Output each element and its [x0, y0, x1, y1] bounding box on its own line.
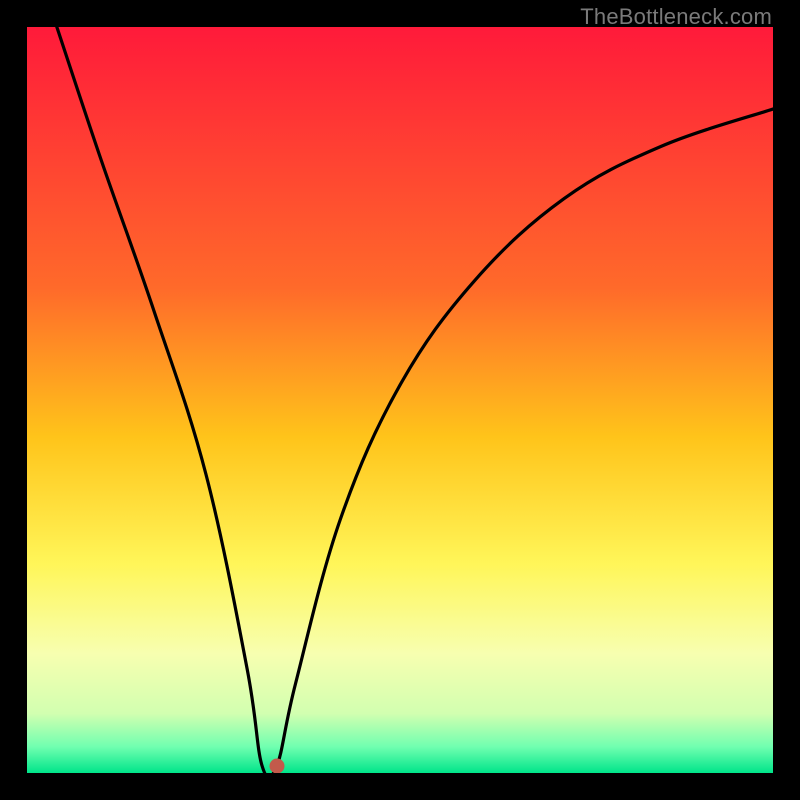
- bottleneck-curve: [57, 27, 773, 773]
- plot-area: [27, 27, 773, 773]
- chart-frame: TheBottleneck.com: [0, 0, 800, 800]
- optimal-point-marker: [269, 758, 284, 773]
- curve-layer: [27, 27, 773, 773]
- watermark-text: TheBottleneck.com: [580, 4, 772, 30]
